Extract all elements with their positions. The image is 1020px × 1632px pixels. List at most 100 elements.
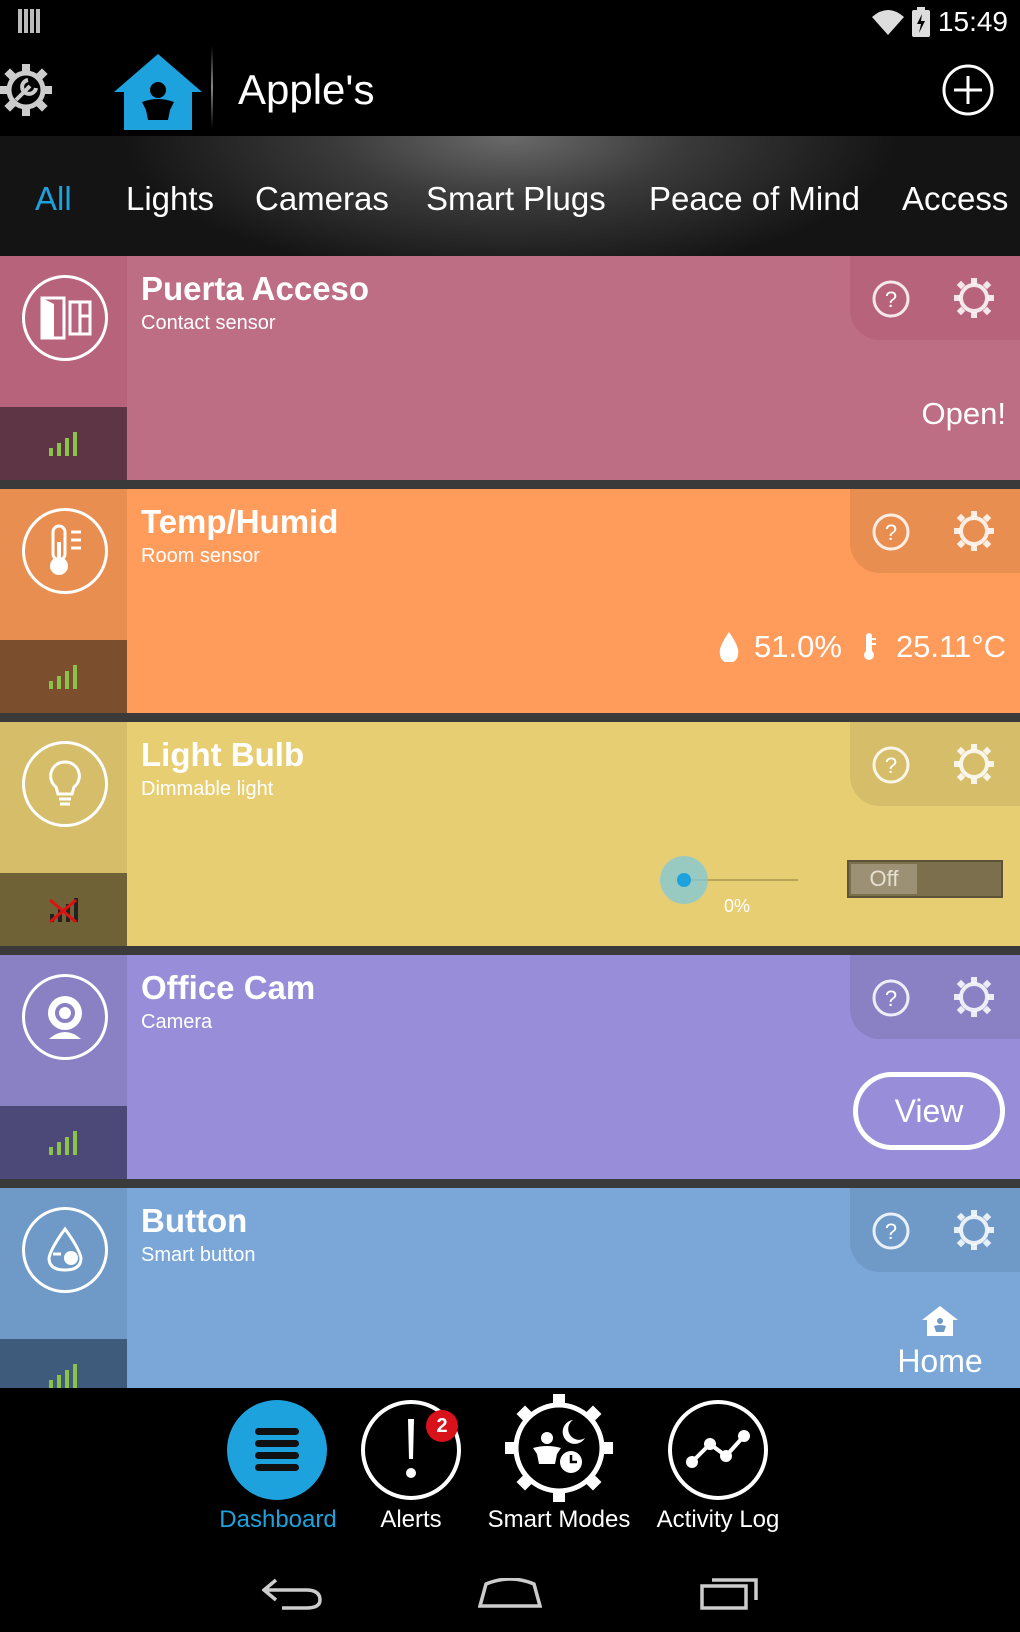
device-name: Light Bulb xyxy=(141,736,305,773)
signal-panel xyxy=(0,640,127,713)
device-card-office-cam[interactable]: Office Cam Camera ? View xyxy=(0,955,1020,1179)
activity-log-button[interactable] xyxy=(668,1400,768,1500)
header-divider xyxy=(211,46,213,128)
device-side-panel xyxy=(0,955,127,1179)
temperature-value: 25.11°C xyxy=(895,629,1006,664)
mode-label: Home xyxy=(897,1343,983,1379)
settings-gear-icon[interactable] xyxy=(0,64,52,116)
device-settings-gear-icon[interactable] xyxy=(954,977,994,1017)
signal-panel xyxy=(0,873,127,946)
device-name: Office Cam xyxy=(141,969,316,1006)
category-tabs: All Lights Cameras Smart Plugs Peace of … xyxy=(0,136,1020,256)
card-separator xyxy=(0,713,1020,722)
activity-log-label[interactable]: Activity Log xyxy=(657,1506,780,1534)
signal-strength-icon xyxy=(48,431,77,456)
signal-panel xyxy=(0,1339,127,1388)
device-type: Dimmable light xyxy=(141,778,274,800)
help-icon[interactable]: ? xyxy=(872,1212,910,1250)
device-name: Temp/Humid xyxy=(141,503,339,540)
wifi-icon xyxy=(871,10,904,35)
device-settings-gear-icon[interactable] xyxy=(954,1210,994,1250)
smart-modes-label[interactable]: Smart Modes xyxy=(488,1506,631,1534)
view-camera-button[interactable]: View xyxy=(853,1072,1005,1150)
add-icon[interactable] xyxy=(942,64,994,116)
device-settings-gear-icon[interactable] xyxy=(954,511,994,551)
page-title: Apple's xyxy=(238,66,375,113)
home-logo-icon[interactable] xyxy=(112,52,204,132)
signal-strength-icon xyxy=(48,1363,77,1388)
device-actions: ? xyxy=(850,722,1020,806)
recent-apps-icon[interactable] xyxy=(700,1576,758,1610)
smart-button-icon xyxy=(22,1207,108,1293)
signal-panel xyxy=(0,407,127,480)
tab-smart-plugs[interactable]: Smart Plugs xyxy=(426,180,606,218)
toggle-off-label: Off xyxy=(851,864,917,894)
system-navigation-bar xyxy=(0,1562,1020,1632)
device-actions: ? xyxy=(850,955,1020,1039)
card-separator xyxy=(0,480,1020,489)
slider-thumb[interactable] xyxy=(660,856,708,904)
help-icon[interactable]: ? xyxy=(872,280,910,318)
device-card-temp-humid[interactable]: Temp/Humid Room sensor ? 51.0% 25.11°C xyxy=(0,489,1020,713)
signal-strength-icon xyxy=(48,664,77,689)
device-side-panel xyxy=(0,256,127,480)
bottom-navigation: Dashboard 2 Alerts Smart Modes Activity … xyxy=(0,1388,1020,1562)
card-separator xyxy=(0,946,1020,955)
back-icon[interactable] xyxy=(262,1576,322,1610)
device-type: Smart button xyxy=(141,1244,256,1266)
device-settings-gear-icon[interactable] xyxy=(954,744,994,784)
dimmer-slider[interactable]: 0% xyxy=(660,856,800,916)
device-type: Contact sensor xyxy=(141,312,276,334)
contact-status: Open! xyxy=(921,396,1006,431)
temperature-icon xyxy=(863,633,876,660)
dashboard-button[interactable] xyxy=(227,1400,327,1500)
alerts-label[interactable]: Alerts xyxy=(380,1506,441,1534)
device-name: Button xyxy=(141,1202,248,1239)
svg-text:?: ? xyxy=(885,1219,897,1244)
status-bar: 15:49 xyxy=(0,0,1020,44)
power-toggle[interactable]: Off xyxy=(847,860,1003,898)
device-card-light-bulb[interactable]: Light Bulb Dimmable light ? 0% Off xyxy=(0,722,1020,946)
alerts-badge: 2 xyxy=(426,1410,458,1442)
tab-all[interactable]: All xyxy=(35,180,72,218)
svg-text:?: ? xyxy=(885,287,897,312)
tab-cameras[interactable]: Cameras xyxy=(255,180,389,218)
tab-peace-of-mind[interactable]: Peace of Mind xyxy=(649,180,860,218)
sensor-readings: 51.0% 25.11°C xyxy=(718,629,1006,665)
humidity-drop-icon xyxy=(719,632,739,662)
dashboard-list-icon xyxy=(255,1428,299,1471)
smart-modes-button[interactable] xyxy=(505,1394,613,1502)
device-side-panel xyxy=(0,1188,127,1388)
signal-strength-icon xyxy=(48,1130,77,1155)
help-icon[interactable]: ? xyxy=(872,979,910,1017)
thermometer-icon xyxy=(22,508,108,594)
device-card-button[interactable]: Button Smart button ? Home xyxy=(0,1188,1020,1388)
device-actions: ? xyxy=(850,489,1020,573)
card-separator xyxy=(0,1179,1020,1188)
svg-text:?: ? xyxy=(885,753,897,778)
help-icon[interactable]: ? xyxy=(872,513,910,551)
tab-lights[interactable]: Lights xyxy=(126,180,214,218)
device-side-panel xyxy=(0,489,127,713)
battery-icon xyxy=(911,7,930,37)
notification-icon xyxy=(18,9,40,33)
home-icon[interactable] xyxy=(478,1578,542,1608)
device-actions: ? xyxy=(850,1188,1020,1272)
help-icon[interactable]: ? xyxy=(872,746,910,784)
dimmer-value: 0% xyxy=(724,896,751,916)
device-type: Camera xyxy=(141,1011,213,1033)
activity-graph-icon xyxy=(686,1430,750,1468)
device-actions: ? xyxy=(850,256,1020,340)
device-settings-gear-icon[interactable] xyxy=(954,278,994,318)
no-signal-icon xyxy=(48,897,78,923)
smart-modes-icon xyxy=(505,1394,613,1502)
door-sensor-icon xyxy=(22,275,108,361)
tab-access[interactable]: Access xyxy=(902,180,1008,218)
clock: 15:49 xyxy=(937,6,1008,37)
signal-panel xyxy=(0,1106,127,1179)
dashboard-label[interactable]: Dashboard xyxy=(219,1506,336,1534)
svg-text:?: ? xyxy=(885,986,897,1011)
home-mode-icon xyxy=(922,1306,958,1336)
device-card-puerta-acceso[interactable]: Puerta Acceso Contact sensor ? Open! xyxy=(0,256,1020,480)
camera-icon xyxy=(22,974,108,1060)
